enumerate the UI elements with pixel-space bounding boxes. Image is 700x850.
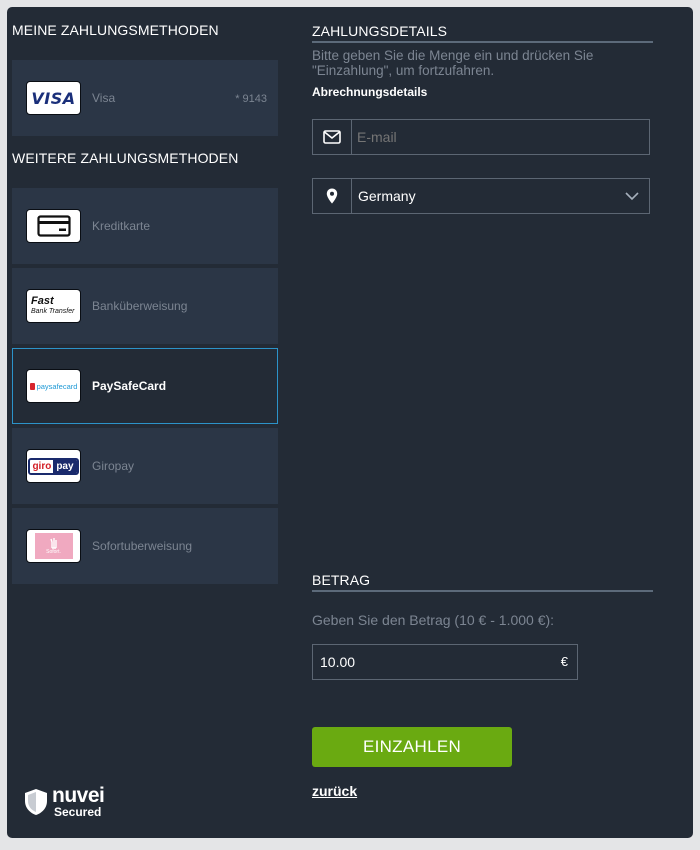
method-paysafecard[interactable]: paysafecard PaySafeCard bbox=[12, 348, 278, 424]
divider bbox=[312, 590, 653, 592]
email-input[interactable] bbox=[357, 120, 642, 154]
method-label: PaySafeCard bbox=[92, 379, 167, 393]
billing-details-label: Abrechnungsdetails bbox=[312, 85, 428, 99]
saved-card-masked-number: * 9143 bbox=[235, 93, 267, 105]
method-bankueberweisung[interactable]: Fast Bank Transfer Banküberweisung bbox=[12, 268, 278, 344]
instructions-text: Bitte geben Sie die Menge ein und drücke… bbox=[312, 48, 594, 78]
country-select[interactable]: Germany bbox=[312, 178, 650, 214]
divider bbox=[312, 41, 653, 43]
saved-card-visa[interactable]: VISA Visa * 9143 bbox=[12, 60, 278, 136]
amount-input-value[interactable]: 10.00 bbox=[320, 654, 355, 670]
chevron-down-icon bbox=[625, 192, 639, 201]
amount-prompt: Geben Sie den Betrag (10 € - 1.000 €): bbox=[312, 612, 555, 628]
envelope-icon bbox=[313, 120, 352, 154]
currency-symbol: € bbox=[560, 654, 568, 669]
payment-panel: MEINE ZAHLUNGSMETHODEN VISA Visa * 9143 … bbox=[7, 7, 693, 838]
method-kreditkarte[interactable]: Kreditkarte bbox=[12, 188, 278, 264]
sofort-logo: Sofort. bbox=[26, 529, 81, 563]
method-label: Giropay bbox=[92, 459, 135, 473]
method-giropay[interactable]: giro pay Giropay bbox=[12, 428, 278, 504]
sofort-hand-icon bbox=[49, 538, 57, 549]
amount-field[interactable]: 10.00 € bbox=[312, 644, 578, 680]
method-label: Sofortuberweisung bbox=[92, 539, 193, 553]
amount-heading: BETRAG bbox=[312, 572, 371, 588]
giropay-logo: giro pay bbox=[26, 449, 81, 483]
other-payment-methods-heading: WEITERE ZAHLUNGSMETHODEN bbox=[12, 150, 239, 166]
method-label: Kreditkarte bbox=[92, 219, 151, 233]
credit-card-icon bbox=[26, 209, 81, 243]
saved-card-label: Visa bbox=[92, 91, 116, 105]
country-value: Germany bbox=[358, 188, 416, 204]
payment-details-heading: ZAHLUNGSDETAILS bbox=[312, 23, 448, 39]
method-sofortueberweisung[interactable]: Sofort. Sofortuberweisung bbox=[12, 508, 278, 584]
shield-icon bbox=[25, 789, 47, 815]
paysafecard-logo: paysafecard bbox=[26, 369, 81, 403]
email-field[interactable] bbox=[312, 119, 650, 155]
visa-logo: VISA bbox=[26, 81, 81, 115]
map-pin-icon bbox=[313, 179, 352, 213]
fast-bank-transfer-logo: Fast Bank Transfer bbox=[26, 289, 81, 323]
paysafecard-lock-icon bbox=[29, 382, 35, 390]
deposit-button-label: EINZAHLEN bbox=[362, 737, 462, 756]
back-link[interactable]: zurück bbox=[312, 783, 357, 799]
method-label: Banküberweisung bbox=[92, 299, 188, 313]
my-payment-methods-heading: MEINE ZAHLUNGSMETHODEN bbox=[12, 22, 219, 38]
nuvei-secured-badge: nuvei Secured bbox=[24, 784, 124, 822]
deposit-button[interactable]: EINZAHLEN bbox=[312, 727, 512, 767]
